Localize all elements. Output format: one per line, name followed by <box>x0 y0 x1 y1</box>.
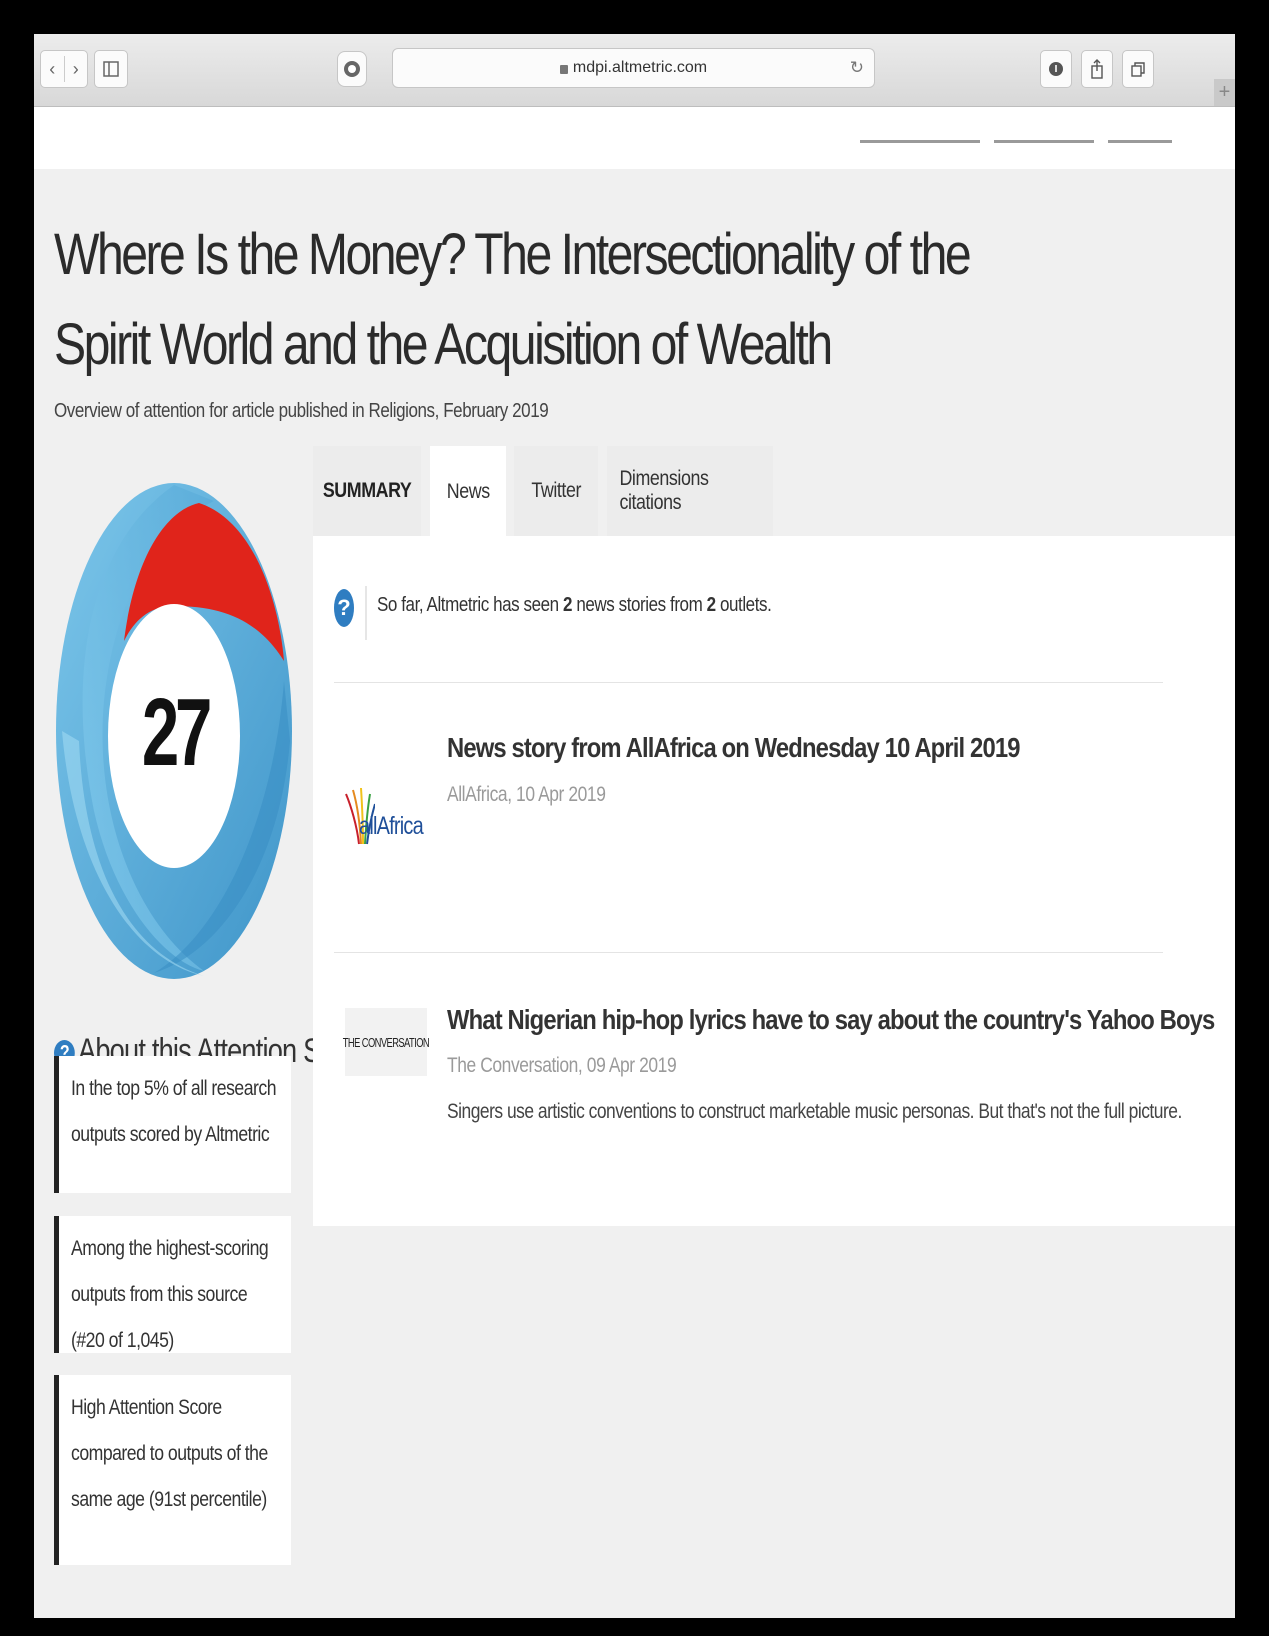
story-description: Singers use artistic conventions to cons… <box>447 1100 1182 1123</box>
url-text: mdpi.altmetric.com <box>572 59 708 76</box>
tab-twitter[interactable]: Twitter <box>514 446 598 536</box>
divider <box>334 682 1163 683</box>
reader-icon[interactable] <box>337 51 367 87</box>
tab-summary[interactable]: SUMMARY <box>313 446 421 536</box>
news-outlet-count: 2 <box>706 594 716 616</box>
header-button-3[interactable] <box>1108 107 1172 143</box>
download-icon[interactable] <box>1040 50 1072 88</box>
page-subtitle: Overview of attention for article publis… <box>54 400 549 422</box>
story-title[interactable]: News story from AllAfrica on Wednesday 1… <box>447 732 1020 764</box>
allafrica-logo[interactable]: allAfrica <box>345 780 427 850</box>
tab-label: SUMMARY <box>322 479 412 502</box>
tab-label: News <box>446 480 490 503</box>
nav-buttons: ‹ › <box>40 50 88 88</box>
header-button-1[interactable] <box>860 107 980 143</box>
about-card-top-5: In the top 5% of all research outputs sc… <box>54 1056 291 1193</box>
the-conversation-logo[interactable]: THE CONVERSATION <box>342 1008 430 1076</box>
news-panel: ? So far, Altmetric has seen 2 news stor… <box>313 536 1235 1226</box>
lock-icon <box>559 64 568 74</box>
help-icon[interactable]: ? <box>334 589 354 627</box>
browser-window: ‹ › mdpi.altmetric.com ↻ + Where Is the … <box>34 34 1235 1618</box>
allafrica-logo-text: allAfrica <box>359 812 424 840</box>
browser-toolbar: ‹ › mdpi.altmetric.com ↻ + <box>34 34 1235 107</box>
header-button-2[interactable] <box>994 107 1094 143</box>
the-conversation-logo-text: THE CONVERSATION <box>342 1034 430 1050</box>
tab-label: Dimensions citations <box>619 467 709 514</box>
attention-score-value: 27 <box>141 679 213 786</box>
tabs-icon[interactable] <box>1122 50 1154 88</box>
story-title[interactable]: What Nigerian hip-hop lyrics have to say… <box>447 1004 1215 1036</box>
share-icon[interactable] <box>1081 50 1113 88</box>
story-meta: AllAfrica, 10 Apr 2019 <box>447 783 606 806</box>
info-separator <box>365 586 367 640</box>
about-card-source-rank: Among the highest-scoring outputs from t… <box>54 1216 291 1353</box>
sidebar-icon[interactable] <box>94 50 128 88</box>
news-summary-mid: news stories from <box>572 594 707 616</box>
about-card-same-age: High Attention Score compared to outputs… <box>54 1375 291 1565</box>
divider <box>334 952 1163 953</box>
story-meta: The Conversation, 09 Apr 2019 <box>447 1054 677 1077</box>
tab-news[interactable]: News <box>430 446 506 538</box>
tab-dimensions-citations[interactable]: Dimensions citations <box>607 446 773 536</box>
news-summary-suffix: outlets. <box>715 594 772 616</box>
news-summary: So far, Altmetric has seen 2 news storie… <box>377 594 772 617</box>
news-summary-prefix: So far, Altmetric has seen <box>377 594 564 616</box>
tab-label: Twitter <box>531 479 581 502</box>
url-bar[interactable]: mdpi.altmetric.com ↻ <box>392 48 875 88</box>
new-tab-icon[interactable]: + <box>1214 79 1235 106</box>
about-card-text: In the top 5% of all research outputs sc… <box>71 1077 277 1146</box>
attention-score-donut[interactable]: 27 <box>54 481 294 981</box>
page-title: Where Is the Money? The Intersectionalit… <box>54 222 972 377</box>
back-icon[interactable]: ‹ <box>41 50 64 88</box>
forward-icon[interactable]: › <box>65 50 88 88</box>
about-card-text: High Attention Score compared to outputs… <box>71 1396 268 1511</box>
reload-icon[interactable]: ↻ <box>850 58 864 78</box>
about-card-text: Among the highest-scoring outputs from t… <box>71 1237 269 1352</box>
